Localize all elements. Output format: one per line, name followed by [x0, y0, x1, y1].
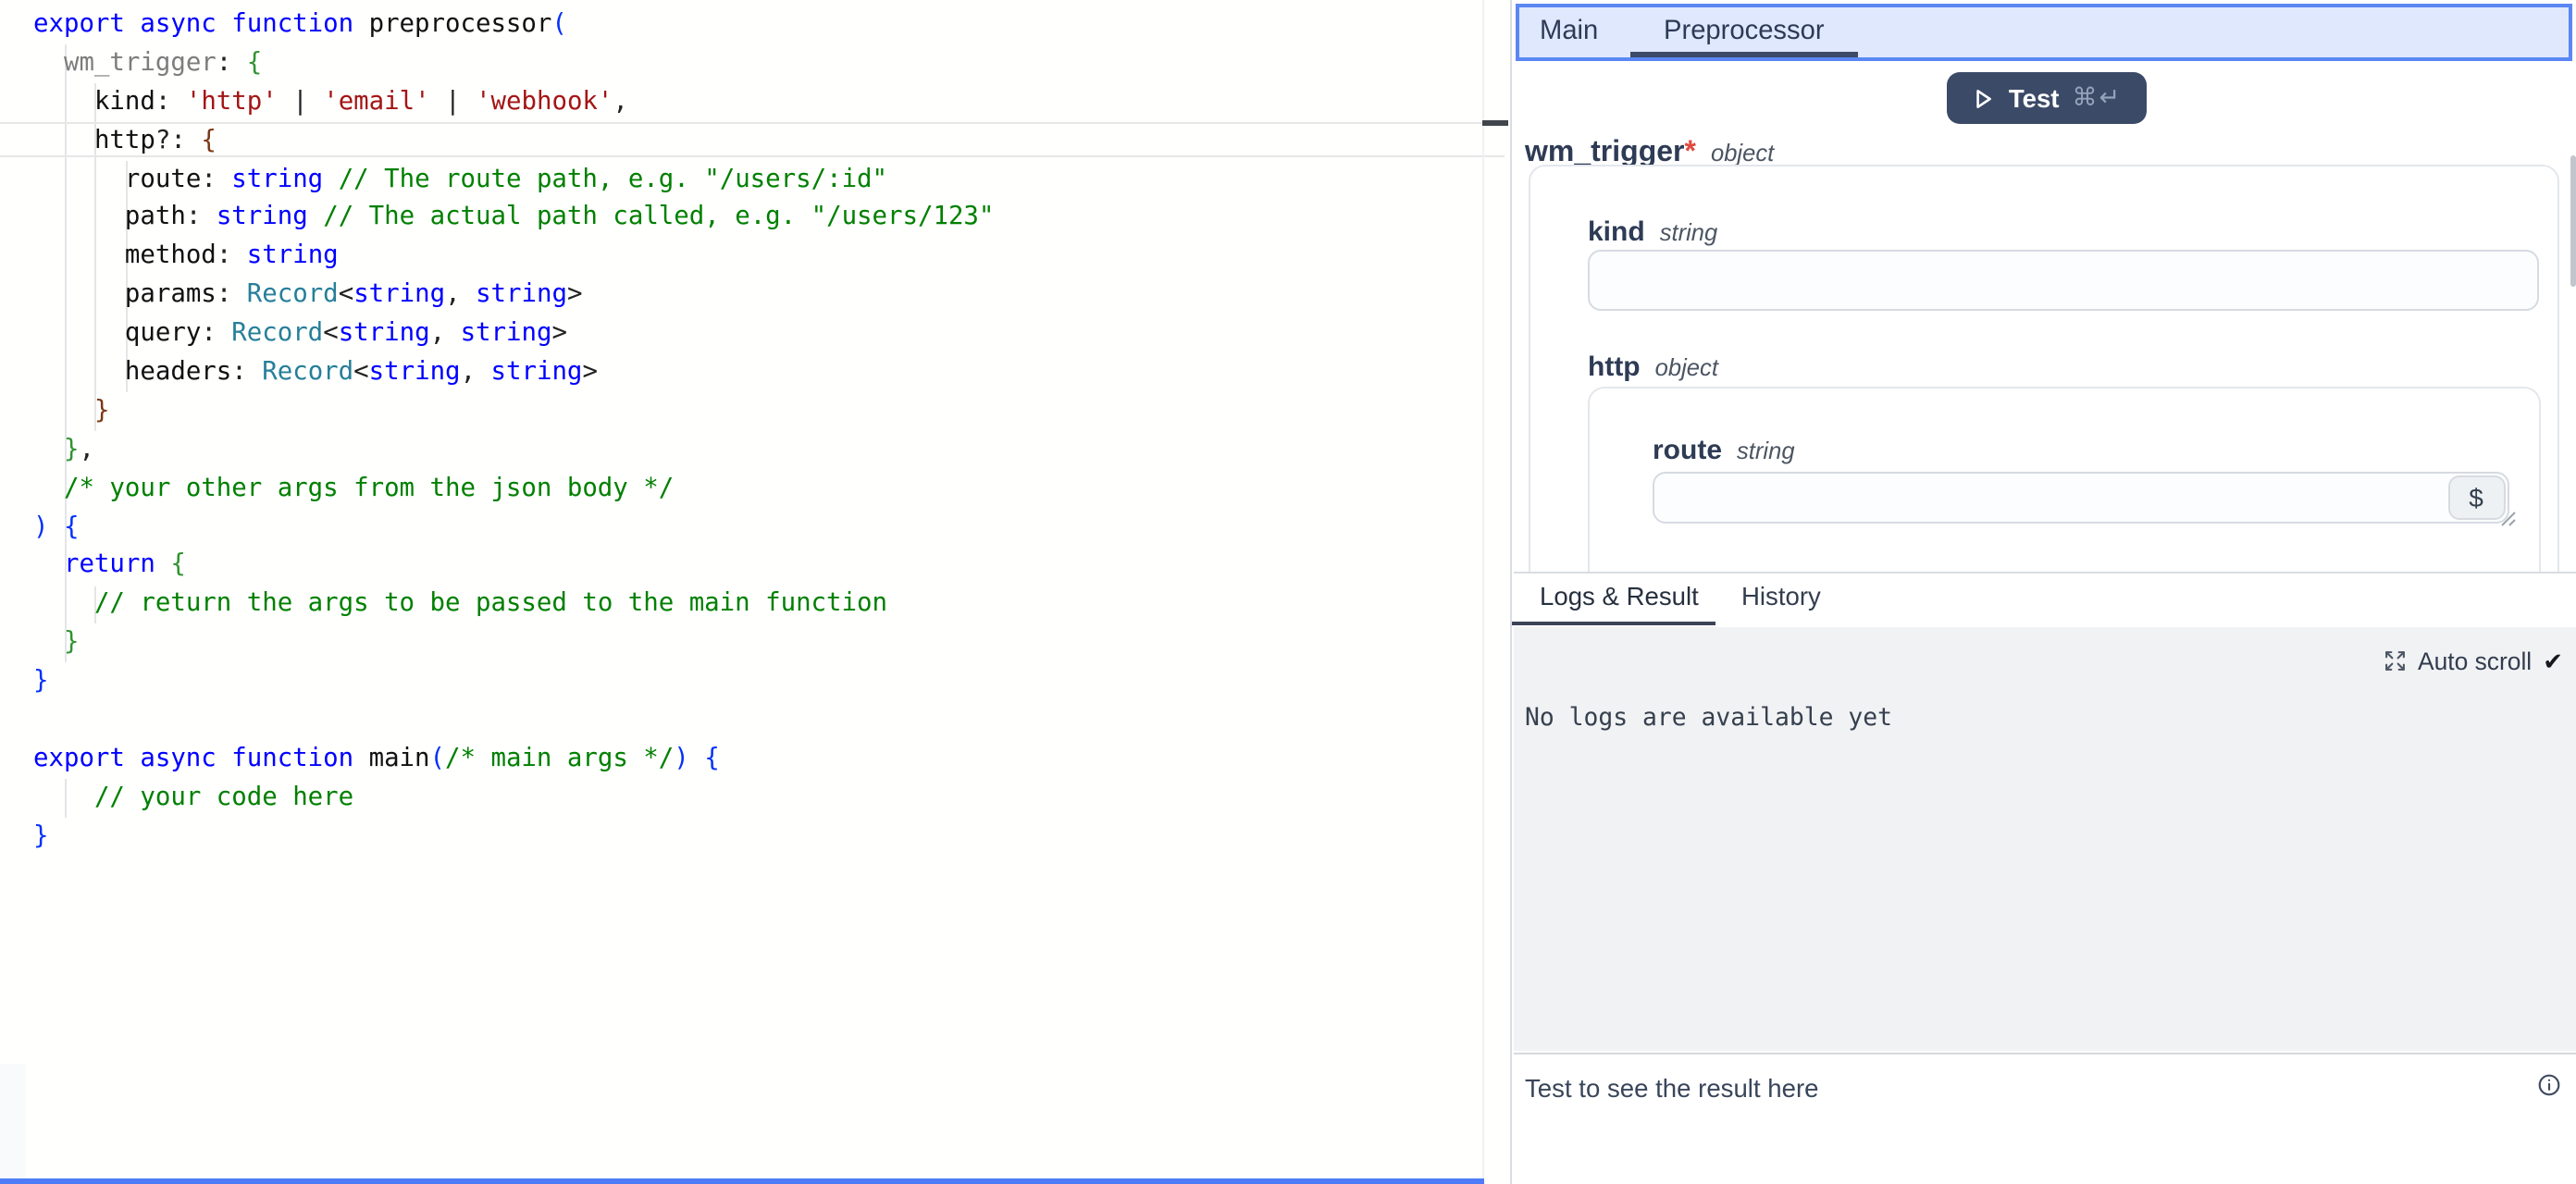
code-editor[interactable]: export async function preprocessor( wm_t…	[0, 0, 1510, 1184]
code-line[interactable]: http?: {	[33, 121, 994, 160]
schema-form: wm_trigger* object kind string http obje…	[1514, 126, 2576, 571]
code-line[interactable]: return {	[33, 547, 994, 586]
field-type: string	[1660, 218, 1718, 246]
code-line[interactable]: },	[33, 431, 994, 470]
field-route: route string	[1653, 434, 1795, 465]
editor-tabbar: Main Preprocessor	[1516, 4, 2572, 61]
code-line[interactable]: // your code here	[33, 779, 994, 818]
field-type: string	[1737, 436, 1795, 463]
field-http: http object	[1588, 352, 1718, 383]
field-name: wm_trigger	[1525, 137, 1685, 168]
code-line[interactable]: method: string	[33, 238, 994, 277]
code-line[interactable]: }	[33, 624, 994, 663]
no-logs-message: No logs are available yet	[1525, 704, 1892, 732]
logs-panel: Logs & Result History Auto scroll ✔ No l…	[1514, 571, 2576, 1184]
test-button[interactable]: Test ⌘↵	[1947, 72, 2147, 124]
code-line[interactable]: }	[33, 662, 994, 701]
code-line[interactable]	[33, 701, 994, 740]
code-line[interactable]: params: Record<string, string>	[33, 276, 994, 314]
editor-margin-strip	[0, 1064, 25, 1179]
auto-scroll-checkmark: ✔	[2543, 647, 2563, 676]
editor-bottom-accent-bar	[0, 1179, 1484, 1184]
http-object-box: route string $ path string	[1588, 386, 2541, 571]
log-output-area: Auto scroll ✔ No logs are available yet	[1514, 626, 2576, 1052]
expand-icon[interactable]	[2384, 650, 2407, 673]
required-asterisk: *	[1685, 137, 1696, 168]
code-line[interactable]: export async function main(/* main args …	[33, 740, 994, 779]
code-line[interactable]: /* your other args from the json body */	[33, 469, 994, 508]
wm-trigger-object-box: kind string http object route string $	[1529, 165, 2559, 571]
route-input[interactable]	[1653, 471, 2509, 524]
code-line[interactable]: ) {	[33, 508, 994, 547]
code-line[interactable]: route: string // The route path, e.g. "/…	[33, 160, 994, 199]
code-line[interactable]: export async function preprocessor(	[33, 6, 994, 44]
kind-input[interactable]	[1588, 249, 2539, 310]
test-button-shortcut: ⌘↵	[2073, 83, 2123, 113]
script-editor-window: export async function preprocessor( wm_t…	[0, 0, 2576, 1184]
tab-logs-result[interactable]: Logs & Result	[1540, 583, 1699, 610]
code-line[interactable]: path: string // The actual path called, …	[33, 199, 994, 238]
code-line[interactable]: }	[33, 392, 994, 431]
field-type: object	[1655, 353, 1718, 381]
field-name: kind	[1588, 216, 1645, 248]
preview-panel: Main Preprocessor Test ⌘↵ wm_trigger* ob…	[1514, 0, 2576, 1184]
route-input-wrap: $	[1653, 471, 2509, 524]
info-icon[interactable]	[2537, 1074, 2561, 1098]
code-content[interactable]: export async function preprocessor( wm_t…	[33, 6, 994, 856]
code-line[interactable]: wm_trigger: {	[33, 44, 994, 83]
form-scrollbar-thumb[interactable]	[2570, 155, 2575, 287]
tab-preprocessor[interactable]: Preprocessor	[1664, 17, 1825, 46]
code-line[interactable]: headers: Record<string, string>	[33, 353, 994, 392]
tab-history[interactable]: History	[1741, 583, 1821, 610]
field-name: http	[1588, 352, 1641, 383]
field-kind: kind string	[1588, 216, 1717, 248]
template-variable-button[interactable]: $	[2447, 475, 2505, 519]
resize-grip-icon[interactable]	[2500, 511, 2517, 527]
result-hint-text: Test to see the result here	[1525, 1076, 1819, 1104]
code-line[interactable]: kind: 'http' | 'email' | 'webhook',	[33, 83, 994, 122]
pane-divider[interactable]	[1510, 0, 1512, 1184]
code-line[interactable]: }	[33, 817, 994, 856]
field-type: object	[1711, 139, 1774, 166]
auto-scroll-toggle[interactable]: Auto scroll ✔	[2384, 647, 2563, 676]
overview-ruler-cursor-mark	[1482, 120, 1507, 126]
active-tab-underline	[1630, 52, 1858, 57]
play-icon	[1972, 86, 1996, 110]
code-line[interactable]: query: Record<string, string>	[33, 314, 994, 353]
editor-scroll-gutter	[1482, 0, 1484, 1184]
field-name: route	[1653, 434, 1722, 465]
result-area: Test to see the result here	[1514, 1054, 2576, 1184]
test-button-label: Test	[2009, 84, 2060, 112]
auto-scroll-label: Auto scroll	[2418, 648, 2532, 675]
code-line[interactable]: // return the args to be passed to the m…	[33, 586, 994, 624]
tab-main[interactable]: Main	[1540, 17, 1598, 46]
